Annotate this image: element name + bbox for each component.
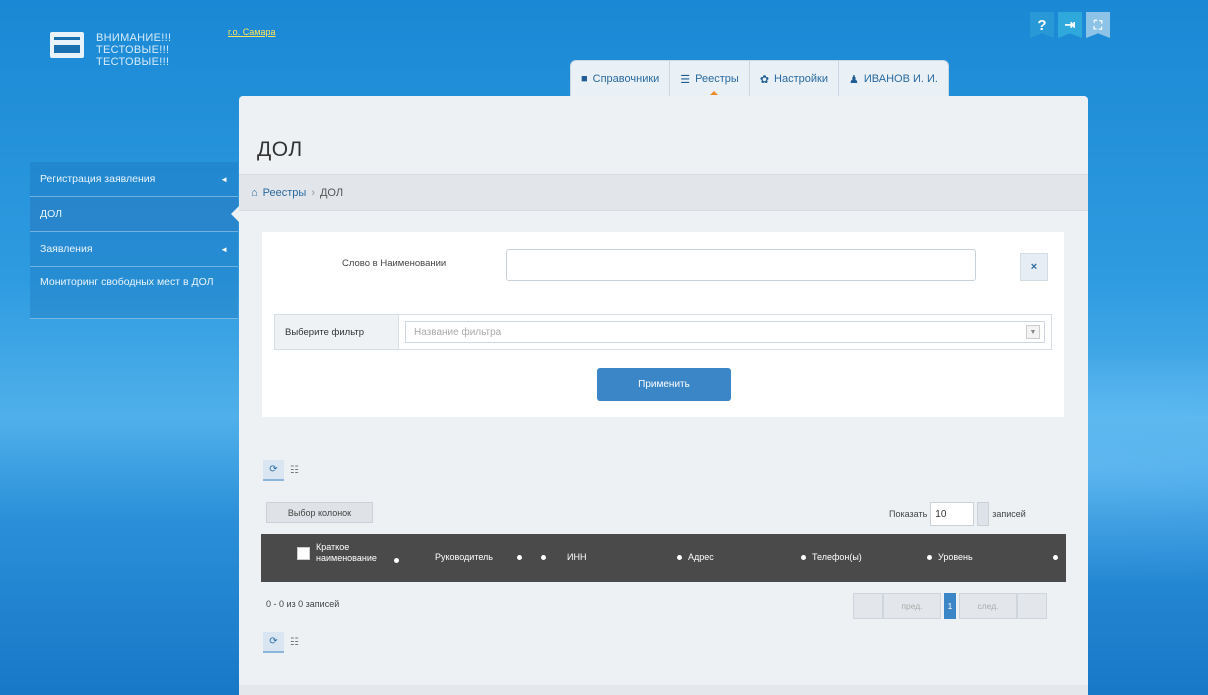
tab-label: ИВАНОВ И. И. xyxy=(863,73,938,85)
sidebar-item-applications[interactable]: Заявления ◄ xyxy=(30,232,238,267)
page-size: Показать 10 записей xyxy=(889,502,1026,526)
sidebar-item-label: Заявления xyxy=(40,243,93,255)
filter-row: Выберите фильтр Название фильтра ▼ xyxy=(274,314,1052,350)
filter-placeholder: Название фильтра xyxy=(414,326,502,338)
city-link[interactable]: г.о. Самара xyxy=(228,27,276,37)
tab-registries[interactable]: ☰ Реестры xyxy=(670,61,750,97)
sort-icon[interactable] xyxy=(927,554,932,560)
column-select-button[interactable]: Выбор колонок xyxy=(266,502,373,523)
sort-icon[interactable] xyxy=(801,554,806,560)
prev-page-button[interactable]: пред. xyxy=(883,593,941,619)
header-label: Руководитель xyxy=(435,552,493,562)
refresh-icon[interactable]: ⟳ xyxy=(263,460,284,481)
help-icon[interactable]: ? xyxy=(1030,12,1054,38)
select-all-checkbox[interactable] xyxy=(297,546,310,560)
column-header-inn[interactable]: ИНН xyxy=(567,552,586,562)
tab-directories[interactable]: ■ Справочники xyxy=(571,61,671,97)
last-page-button[interactable] xyxy=(1017,593,1047,619)
word-input[interactable] xyxy=(506,249,976,281)
records-label: записей xyxy=(992,509,1026,519)
breadcrumb: ⌂ Реестры › ДОЛ xyxy=(239,174,1088,211)
top-icons: ? ⇥ ⛶ xyxy=(1030,12,1110,38)
brand-text: ВНИМАНИЕ!!! ТЕСТОВЫЕ!!! ТЕСТОВЫЕ!!! xyxy=(96,32,171,68)
fullscreen-icon[interactable]: ⛶ xyxy=(1086,12,1110,38)
header-label: Краткое наименование xyxy=(316,542,377,563)
sort-icon[interactable] xyxy=(516,554,522,560)
breadcrumb-current: ДОЛ xyxy=(319,186,344,199)
chevron-left-icon: ◄ xyxy=(220,244,228,254)
chevron-left-icon: ◄ xyxy=(220,174,228,184)
brand-logo-icon xyxy=(50,32,84,58)
word-label: Слово в Наименовании xyxy=(342,258,447,269)
breadcrumb-separator: › xyxy=(311,186,315,199)
column-header-level[interactable]: Уровень xyxy=(927,552,973,562)
gear-icon: ✿ xyxy=(759,73,770,86)
next-page-button[interactable]: след. xyxy=(959,593,1017,619)
column-header-end xyxy=(1053,555,1058,560)
column-header-sort-inn xyxy=(541,555,546,560)
columns-icon[interactable]: ☷ xyxy=(284,632,305,653)
sort-icon[interactable] xyxy=(541,555,546,560)
top-nav: ■ Справочники ☰ Реестры ✿ Настройки ♟ ИВ… xyxy=(570,60,949,97)
sidebar-item-registration[interactable]: Регистрация заявления ◄ xyxy=(30,162,238,197)
show-label: Показать xyxy=(889,509,928,519)
page-size-spinner[interactable] xyxy=(977,502,990,526)
tab-label: Реестры xyxy=(695,73,739,85)
sidebar: Регистрация заявления ◄ ДОЛ Заявления ◄ … xyxy=(30,162,238,319)
user-icon: ♟ xyxy=(848,73,859,86)
filter-card: Слово в Наименовании × Выберите фильтр Н… xyxy=(262,232,1064,417)
tab-label: Настройки xyxy=(774,73,828,85)
column-header-head[interactable]: Руководитель xyxy=(435,552,522,562)
panel-footer xyxy=(239,685,1088,695)
tab-label: Справочники xyxy=(592,73,660,85)
exit-icon[interactable]: ⇥ xyxy=(1058,12,1082,38)
sidebar-item-label: Регистрация заявления xyxy=(40,173,156,185)
tab-user[interactable]: ♟ ИВАНОВ И. И. xyxy=(839,61,948,97)
column-header-name[interactable]: Краткое наименование xyxy=(297,542,399,564)
page-size-input[interactable]: 10 xyxy=(930,502,975,526)
header-label: Адрес xyxy=(688,552,714,562)
list-icon: ☰ xyxy=(680,73,691,86)
brand-line-3: ТЕСТОВЫЕ!!! xyxy=(96,56,170,68)
columns-icon[interactable]: ☷ xyxy=(284,460,305,481)
sidebar-item-label: Мониторинг свободных мест в ДОЛ xyxy=(40,276,214,288)
sort-icon[interactable] xyxy=(394,557,399,563)
table-toolbar-bottom: ⟳ ☷ xyxy=(263,632,305,653)
column-header-address[interactable]: Адрес xyxy=(677,552,714,562)
brand-line-2: ТЕСТОВЫЕ!!! xyxy=(96,44,170,56)
main-panel: ДОЛ ⌂ Реестры › ДОЛ Слово в Наименовании… xyxy=(239,96,1088,695)
first-page-button[interactable] xyxy=(853,593,883,619)
header-label: Уровень xyxy=(938,552,973,562)
sort-icon[interactable] xyxy=(677,554,682,560)
header-label: ИНН xyxy=(567,552,587,562)
current-page[interactable]: 1 xyxy=(944,593,956,619)
records-info: 0 - 0 из 0 записей xyxy=(266,599,340,609)
book-icon: ■ xyxy=(581,73,588,85)
page-title: ДОЛ xyxy=(257,138,303,161)
sort-icon[interactable] xyxy=(1053,555,1058,560)
apply-button[interactable]: Применить xyxy=(597,368,731,401)
header-label: Телефон(ы) xyxy=(812,552,862,562)
table-toolbar-top: ⟳ ☷ xyxy=(263,460,305,481)
chevron-down-icon[interactable]: ▼ xyxy=(1026,325,1040,339)
clear-button[interactable]: × xyxy=(1020,253,1048,281)
tab-settings[interactable]: ✿ Настройки xyxy=(750,61,839,97)
active-indicator xyxy=(709,91,718,95)
sidebar-item-label: ДОЛ xyxy=(40,208,63,220)
pagination: пред. 1 след. xyxy=(853,593,1047,619)
refresh-icon[interactable]: ⟳ xyxy=(263,632,284,653)
column-header-phone[interactable]: Телефон(ы) xyxy=(801,552,862,562)
table-header: Краткое наименование Руководитель ИНН Ад… xyxy=(261,534,1066,582)
brand: ВНИМАНИЕ!!! ТЕСТОВЫЕ!!! ТЕСТОВЫЕ!!! xyxy=(50,24,220,84)
brand-line-1: ВНИМАНИЕ!!! xyxy=(96,32,172,44)
sidebar-item-dol[interactable]: ДОЛ xyxy=(30,197,238,232)
filter-label: Выберите фильтр xyxy=(275,315,399,349)
home-icon[interactable]: ⌂ xyxy=(251,187,258,199)
sidebar-item-monitoring[interactable]: Мониторинг свободных мест в ДОЛ xyxy=(30,267,238,319)
breadcrumb-root[interactable]: Реестры xyxy=(263,187,307,199)
filter-select[interactable]: Название фильтра ▼ xyxy=(405,321,1045,343)
